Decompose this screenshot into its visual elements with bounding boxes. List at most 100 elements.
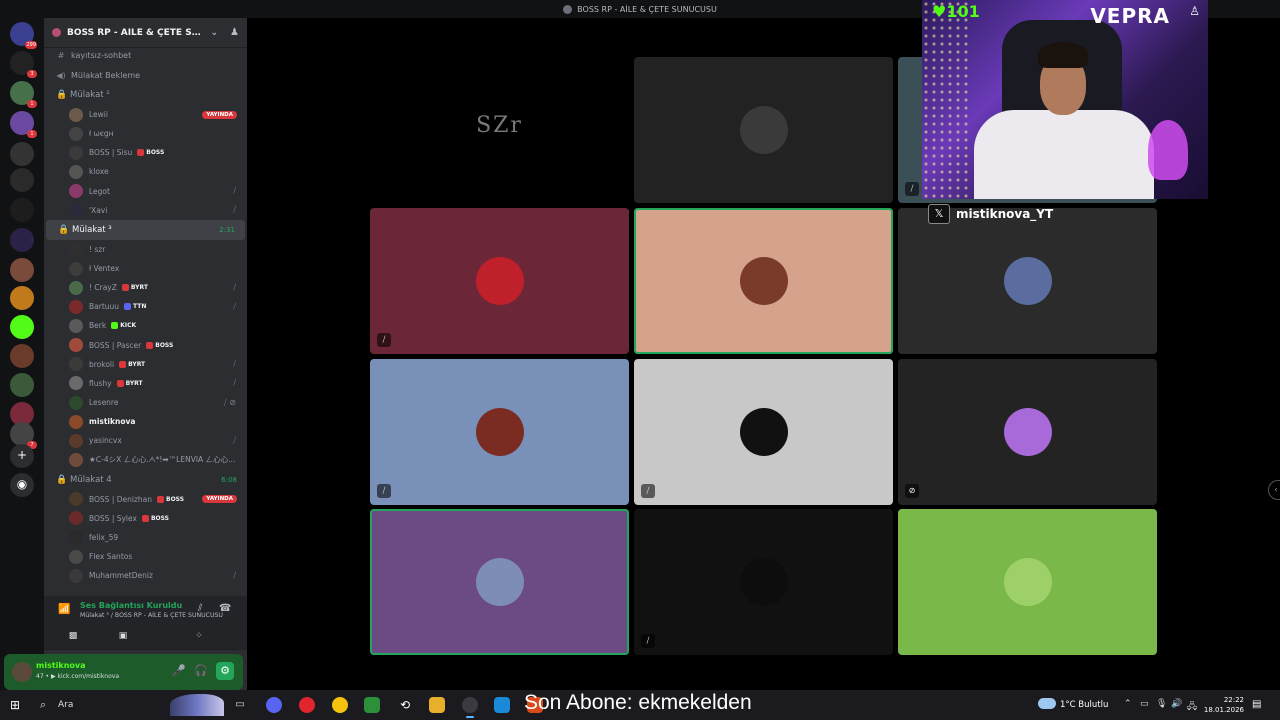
voice-user[interactable]: ★ᑕ-4シX ㄥ心心.ᗅ*!➡™LENVIA ㄥ心心... <box>44 450 247 469</box>
discover-icon[interactable]: ◉ <box>10 473 34 497</box>
server-icon[interactable] <box>10 344 34 368</box>
chrome-app-icon[interactable] <box>332 697 348 713</box>
server-icon[interactable] <box>10 258 34 282</box>
voice-user[interactable]: Flex Santos <box>44 547 247 566</box>
cloud-icon[interactable] <box>1038 698 1056 709</box>
direct-messages-icon[interactable]: 299 <box>10 22 37 49</box>
participant-tile[interactable]: SZr <box>370 57 629 203</box>
server-icon[interactable]: 1 <box>10 81 37 108</box>
avatar <box>69 530 83 545</box>
discord-app-icon[interactable] <box>266 697 282 713</box>
invite-people-icon[interactable]: ♟ <box>230 27 239 38</box>
channel-mulakat-bekleme[interactable]: ◀) Mülakat Bekleme <box>44 65 247 85</box>
voice-user[interactable]: BOSS | Pascer BOSS <box>44 336 247 355</box>
participant-tile[interactable]: ⧸ <box>634 359 893 505</box>
app-icon[interactable] <box>494 697 510 713</box>
voice-user[interactable]: kloxe <box>44 162 247 181</box>
mic-muted-icon: ⧸ <box>233 570 236 580</box>
file-explorer-icon[interactable] <box>429 697 445 713</box>
voice-user[interactable]: felix_59 <box>44 528 247 547</box>
server-icon[interactable] <box>10 168 34 192</box>
participant-avatar <box>740 408 788 456</box>
server-header[interactable]: BOSS RP - AİLE & ÇETE SUNUCUSU ⌄ ♟ <box>44 18 247 48</box>
avatar <box>69 145 83 160</box>
chevron-up-icon[interactable]: ⌃ <box>1124 699 1132 709</box>
voice-user[interactable]: Legot ⧸ <box>44 182 247 201</box>
kick-server-icon[interactable] <box>10 315 34 339</box>
voice-user[interactable]: BOSS | Sisu BOSS <box>44 143 247 162</box>
voice-user[interactable]: Lewii YAYINDA <box>44 105 247 124</box>
participant-tile[interactable]: ⊘ <box>898 359 1157 505</box>
voice-user[interactable]: BOSS | Denizhan BOSS YAYINDA <box>44 490 247 509</box>
voice-user[interactable]: Berk KICK <box>44 316 247 335</box>
voice-user[interactable]: Bartuuu TTN ⧸ <box>44 297 247 316</box>
server-icon[interactable] <box>10 228 34 252</box>
server-icon[interactable]: 1 <box>10 111 37 138</box>
gear-icon[interactable]: ⚙ <box>216 662 234 680</box>
tray-icon[interactable]: ▭ <box>1140 699 1149 709</box>
voice-user[interactable]: BOSS | Sylex BOSS <box>44 509 247 528</box>
voice-channel-label: Mülakat ² <box>70 90 110 100</box>
voice-user[interactable]: ł Ventex <box>44 259 247 278</box>
volume-icon[interactable]: 🔊 <box>1171 699 1182 709</box>
server-icon[interactable] <box>10 198 34 222</box>
server-icon[interactable] <box>10 142 34 166</box>
mic-muted-icon: ⧸ <box>641 634 655 648</box>
voice-user[interactable]: mistiknova <box>44 412 247 431</box>
voice-user[interactable]: Lesenre ⧸ ⊘ <box>44 393 247 412</box>
network-icon[interactable]: 🖧 <box>1187 699 1197 715</box>
server-icon-szr[interactable]: 3 <box>10 51 37 78</box>
taskbar-search[interactable]: Ara <box>58 700 73 710</box>
channel-kayitsiz-sohbet[interactable]: # kayıtsız-sohbet <box>44 45 247 65</box>
mic-muted-icon: ⧸ <box>233 378 236 388</box>
user-name[interactable]: mistiknova <box>36 661 86 670</box>
voice-user[interactable]: 'Xavi ⧸ <box>44 201 247 220</box>
voice-user[interactable]: ł ωєgн <box>44 124 247 143</box>
participant-tile[interactable]: ⧸ <box>634 509 893 655</box>
voice-channel[interactable]: 🔒 Mülakat ² <box>44 85 247 105</box>
participant-tile[interactable]: ⧸ <box>370 359 629 505</box>
voice-user[interactable]: brokoli BYRT ⧸ <box>44 355 247 374</box>
notification-icon[interactable]: ▤ <box>1252 699 1261 710</box>
participant-tile[interactable] <box>634 57 893 203</box>
activities-button[interactable]: ⁘ <box>170 628 228 644</box>
server-icon[interactable] <box>10 373 34 397</box>
noise-suppression-icon[interactable]: ⫽ <box>198 603 202 614</box>
server-icon[interactable]: 7 <box>10 422 37 449</box>
participant-tile[interactable] <box>898 208 1157 354</box>
add-server-icon[interactable]: + <box>10 444 34 468</box>
opera-app-icon[interactable] <box>299 697 315 713</box>
avatar <box>69 299 83 314</box>
app-icon[interactable]: ⟲ <box>397 697 413 713</box>
server-icon[interactable] <box>10 286 34 310</box>
avatar[interactable] <box>12 662 32 682</box>
user-tag-badge: BYRT <box>119 360 145 368</box>
clock[interactable]: 22:22 18.01.2026 <box>1200 695 1244 715</box>
taskbar: ⊞ ⌕ Ara ▭ ⟲ Son Abone: ekmekelden 1°C Bu… <box>0 690 1280 720</box>
voice-channel[interactable]: 🔒 Mülakat 4 6:08 <box>44 470 247 490</box>
obs-app-icon[interactable] <box>462 697 478 718</box>
voice-user[interactable]: ! CrayZ BYRT ⧸ <box>44 278 247 297</box>
participant-tile[interactable] <box>634 208 893 354</box>
participant-tile[interactable] <box>370 509 629 655</box>
weather-text[interactable]: 1°C Bulutlu <box>1060 700 1108 710</box>
voice-status-title[interactable]: Ses Bağlantısı Kuruldu <box>80 601 182 610</box>
microphone-icon[interactable]: 🎤 <box>172 664 186 677</box>
participant-tile[interactable]: ⧸ <box>370 208 629 354</box>
headphones-icon[interactable]: 🎧 <box>194 664 208 677</box>
speaker-icon: ◀) <box>56 70 66 80</box>
voice-channel[interactable]: 🔒 Mülakat ³ 2:31 <box>46 219 245 240</box>
windows-start-icon[interactable]: ⊞ <box>10 698 20 712</box>
voice-user[interactable]: flushy BYRT ⧸ <box>44 374 247 393</box>
chevron-down-icon[interactable]: ⌄ <box>210 28 218 38</box>
voice-user[interactable]: MuhammetDeniz ⧸ <box>44 566 247 585</box>
voice-user[interactable]: yasincvx ⧸ <box>44 431 247 450</box>
screen-share-button[interactable]: ▣ <box>94 628 152 644</box>
microphone-tray-icon[interactable]: 🎙 <box>1156 699 1167 709</box>
search-icon[interactable]: ⌕ <box>40 698 46 712</box>
voice-user[interactable]: ! szr <box>44 240 247 259</box>
participant-tile[interactable] <box>898 509 1157 655</box>
app-icon[interactable] <box>364 697 380 713</box>
disconnect-icon[interactable]: ☎ <box>219 603 231 614</box>
task-view-icon[interactable]: ▭ <box>232 697 248 713</box>
